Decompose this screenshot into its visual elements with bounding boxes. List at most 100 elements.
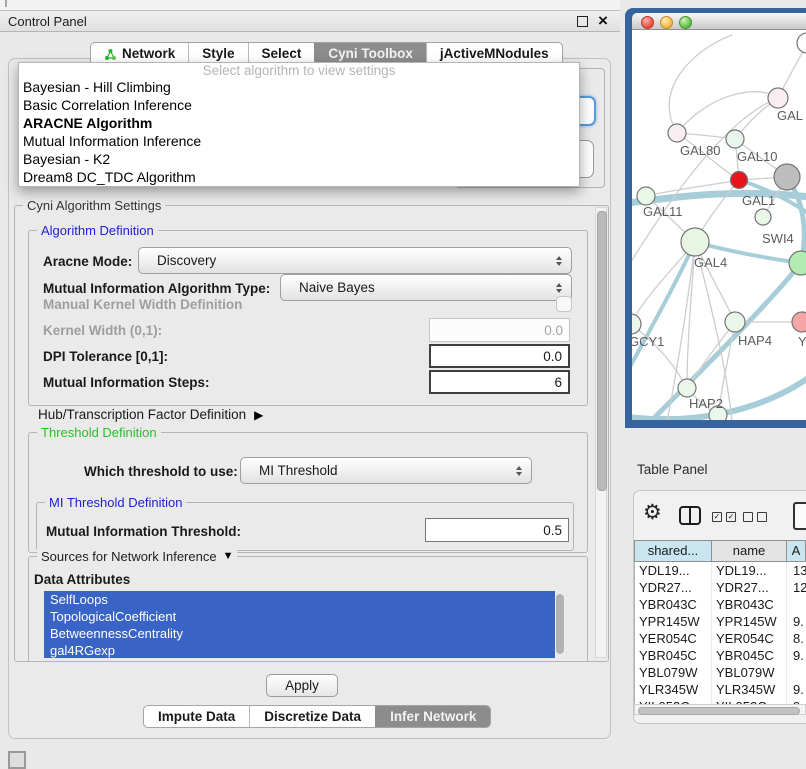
minimized-panel-icon[interactable] — [8, 751, 26, 769]
minimize-traffic-light-icon[interactable] — [660, 16, 673, 29]
deselect-all-checkboxes-icon[interactable] — [743, 512, 767, 522]
close-traffic-light-icon[interactable] — [641, 16, 654, 29]
node-label-swi4: SWI4 — [762, 231, 794, 246]
network-window-titlebar[interactable] — [632, 13, 806, 30]
network-node-swi4[interactable] — [755, 209, 771, 225]
kernel-width-field[interactable]: 0.0 — [429, 318, 570, 342]
mi-type-value: Naive Bayes — [299, 280, 375, 295]
network-node-hap2[interactable] — [678, 379, 696, 397]
table-header-row: shared...nameA — [634, 540, 806, 562]
table-row[interactable]: YBR043CYBR043C — [635, 596, 806, 613]
settings-scrollbar[interactable] — [595, 207, 607, 658]
which-threshold-value: MI Threshold — [259, 463, 338, 478]
close-icon[interactable]: × — [598, 10, 608, 31]
threshold-definition-title: Threshold Definition — [37, 425, 161, 440]
cyni-settings-group-title: Cyni Algorithm Settings — [23, 198, 165, 213]
aracne-mode-combobox[interactable]: Discovery — [138, 247, 572, 274]
mi-steps-field[interactable]: 6 — [429, 370, 570, 394]
attribute-item-gal4rgexp[interactable]: gal4RGexp — [44, 642, 555, 658]
table-panel-title: Table Panel — [637, 462, 708, 477]
manual-kernel-checkbox[interactable] — [556, 296, 572, 312]
mi-steps-label: Mutual Information Steps: — [43, 375, 210, 390]
algorithm-dropdown-popup: Select algorithm to view settings Bayesi… — [18, 62, 580, 187]
aracne-mode-label: Aracne Mode: — [43, 254, 132, 269]
tab-impute-data[interactable]: Impute Data — [144, 706, 249, 727]
hub-definition-expander[interactable]: Hub/Transcription Factor Definition ▶ — [38, 407, 263, 422]
column-header-name[interactable]: name — [711, 541, 786, 561]
network-node-gal80[interactable] — [668, 124, 686, 142]
table-cell: YPR145W — [635, 613, 711, 630]
data-attributes-list: SelfLoopsTopologicalCoefficientBetweenne… — [44, 591, 555, 658]
mi-type-combobox[interactable]: Naive Bayes — [280, 274, 572, 301]
column-header-a[interactable]: A — [786, 541, 805, 561]
table-cell — [786, 596, 806, 613]
algorithm-option-mutual-information-inference[interactable]: Mutual Information Inference — [19, 132, 579, 150]
column-layout-icon[interactable] — [679, 506, 701, 525]
which-threshold-label: Which threshold to use: — [84, 464, 238, 479]
network-graph: GALGAL80GAL10GAL1GAL11SWI4GAL4GCY1HAP4YH… — [632, 30, 806, 420]
attribute-item-betweennesscentrality[interactable]: BetweennessCentrality — [44, 625, 555, 642]
table-row[interactable]: YLR345WYLR345W9. — [635, 681, 806, 698]
table-row[interactable]: YDR27...YDR27...12 — [635, 579, 806, 596]
network-node[interactable] — [797, 33, 806, 53]
attributes-scrollbar-thumb[interactable] — [556, 594, 564, 654]
table-cell: YPR145W — [711, 613, 786, 630]
node-label-gal11: GAL11 — [643, 204, 683, 219]
node-label-hap4: HAP4 — [738, 333, 772, 348]
algorithm-definition-title: Algorithm Definition — [37, 223, 158, 238]
algorithm-option-dream8-dc-tdc-algorithm[interactable]: Dream8 DC_TDC Algorithm — [19, 168, 579, 186]
network-node-gal11[interactable] — [637, 187, 655, 205]
network-node[interactable] — [774, 164, 800, 190]
table-horizontal-scrollbar[interactable] — [634, 704, 806, 715]
settings-scrollbar-thumb[interactable] — [597, 211, 607, 491]
network-node-gal10[interactable] — [726, 130, 744, 148]
algorithm-option-bayesian-k2[interactable]: Bayesian - K2 — [19, 150, 579, 168]
algorithm-option-basic-correlation-inference[interactable]: Basic Correlation Inference — [19, 96, 579, 114]
cyni-bottom-tab-bar: Impute DataDiscretize DataInfer Network — [143, 705, 491, 728]
network-node-hap4[interactable] — [725, 312, 745, 332]
table-cell: YDR27... — [711, 579, 786, 596]
algorithm-option-bayesian-hill-climbing[interactable]: Bayesian - Hill Climbing — [19, 78, 579, 96]
table-cell: YBL079W — [635, 664, 711, 681]
network-canvas[interactable]: GALGAL80GAL10GAL1GAL11SWI4GAL4GCY1HAP4YH… — [632, 30, 806, 420]
collapse-down-icon[interactable]: ▼ — [223, 549, 234, 564]
column-header-shared[interactable]: shared... — [635, 541, 711, 561]
attribute-item-selfloops[interactable]: SelfLoops — [44, 591, 555, 608]
algorithm-option-aracne-algorithm[interactable]: ARACNE Algorithm — [19, 114, 579, 132]
document-icon[interactable] — [793, 502, 806, 530]
table-cell: 9. — [786, 647, 806, 664]
mi-threshold-field[interactable]: 0.5 — [425, 518, 569, 542]
table-row[interactable]: YBR045CYBR045C9. — [635, 647, 806, 664]
attribute-item-topologicalcoefficient[interactable]: TopologicalCoefficient — [44, 608, 555, 625]
table-row[interactable]: YBL079WYBL079W — [635, 664, 806, 681]
table-row[interactable]: YPR145WYPR145W9. — [635, 613, 806, 630]
zoom-traffic-light-icon[interactable] — [679, 16, 692, 29]
node-label-y: Y — [798, 334, 806, 349]
select-all-checkboxes-icon[interactable]: ✓✓ — [712, 512, 736, 522]
tab-discretize-data[interactable]: Discretize Data — [249, 706, 375, 727]
network-node-y[interactable] — [792, 312, 806, 332]
node-label-gal10: GAL10 — [737, 149, 777, 164]
control-panel-title: Control Panel — [8, 12, 87, 31]
network-edge — [669, 35, 732, 133]
table-row[interactable]: YER054CYER054C8. — [635, 630, 806, 647]
top-strip — [0, 0, 620, 10]
hub-definition-label: Hub/Transcription Factor Definition — [38, 407, 246, 422]
network-node-gal[interactable] — [768, 88, 788, 108]
settings-gear-icon[interactable]: ⚙ — [643, 500, 662, 526]
tab-infer-network[interactable]: Infer Network — [375, 706, 490, 727]
apply-button[interactable]: Apply — [266, 674, 338, 697]
dpi-tolerance-field[interactable]: 0.0 — [429, 344, 570, 368]
attributes-scrollbar[interactable] — [555, 593, 565, 655]
table-hscroll-thumb[interactable] — [638, 707, 800, 715]
combo-spinner-icon — [556, 283, 562, 293]
float-window-icon[interactable] — [577, 16, 588, 27]
which-threshold-combobox[interactable]: MI Threshold — [240, 457, 532, 484]
mi-threshold-label: Mutual Information Threshold: — [46, 524, 241, 539]
table-row[interactable]: YDL19...YDL19...13 — [635, 562, 806, 579]
network-edge — [632, 98, 778, 280]
table-cell — [786, 664, 806, 681]
network-node-gal4[interactable] — [681, 228, 709, 256]
mi-type-label: Mutual Information Algorithm Type: — [43, 281, 270, 296]
network-node-gal1[interactable] — [731, 172, 748, 189]
